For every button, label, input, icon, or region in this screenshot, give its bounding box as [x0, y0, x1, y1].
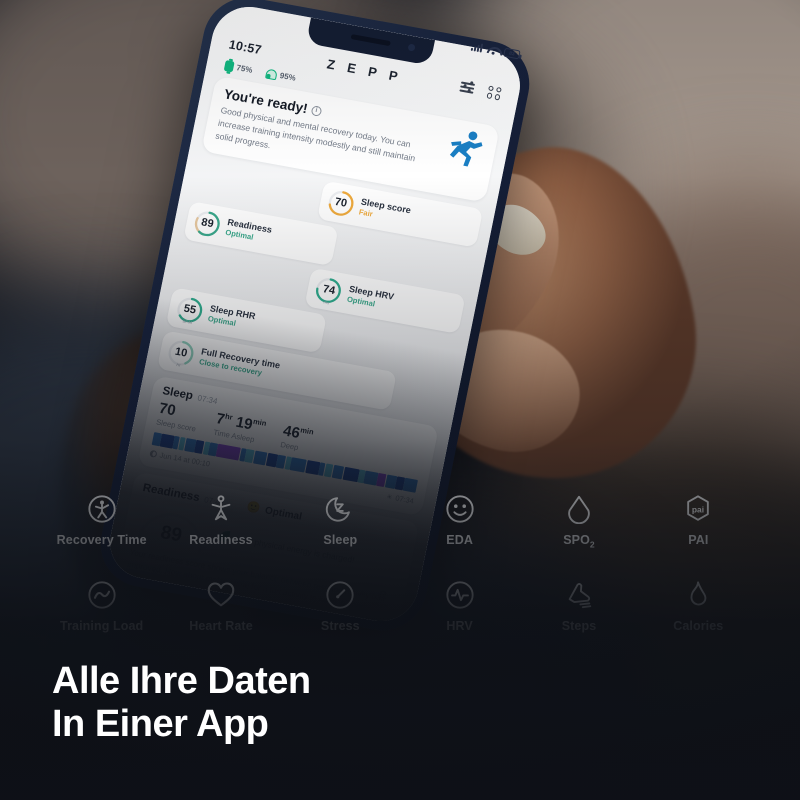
feature-label: PAI	[688, 533, 709, 547]
headline-line-2: In Einer App	[52, 702, 269, 745]
feature-calories[interactable]: Calories	[639, 580, 758, 633]
feature-label: Readiness	[189, 533, 253, 547]
progress-ring: 70	[325, 187, 357, 218]
grid-apps-icon[interactable]	[486, 85, 502, 101]
feature-label: Calories	[673, 618, 724, 633]
sleep-stage-segment	[215, 443, 241, 461]
earbuds-icon	[265, 68, 278, 80]
watch-battery-label: 75%	[235, 63, 254, 75]
feature-label: Steps	[561, 618, 597, 633]
watch-icon	[223, 60, 235, 73]
metric-text: Full Recovery time Close to recovery	[198, 347, 281, 381]
progress-ring: 89	[191, 208, 223, 239]
feature-readiness[interactable]: Readiness	[161, 494, 280, 550]
feature-label: Sleep	[323, 533, 358, 547]
metric-value: 10	[173, 345, 189, 360]
recovery-time-icon	[88, 495, 116, 523]
metric-text: Readiness Optimal	[225, 217, 273, 245]
headline: Alle Ihre Daten In Einer App	[52, 660, 311, 746]
info-icon[interactable]: i	[310, 104, 323, 117]
feature-label: Training Load	[60, 618, 144, 633]
spo2-droplet-icon	[568, 495, 590, 524]
metric-unit: BPM	[182, 318, 193, 325]
feature-label: SPO2	[563, 533, 595, 550]
feature-label: EDA	[446, 533, 473, 547]
feature-pai[interactable]: pai PAI	[639, 494, 758, 550]
metric-value: 70	[333, 196, 349, 211]
feature-heart-rate[interactable]: Heart Rate	[161, 580, 280, 633]
feature-hrv[interactable]: HRV	[400, 580, 519, 633]
feature-label: HRV	[446, 618, 473, 633]
feature-stress[interactable]: Stress	[281, 580, 400, 633]
sleep-title: Sleep	[161, 384, 195, 403]
signal-bars-icon	[470, 42, 484, 53]
headline-line-1: Alle Ihre Daten	[52, 660, 311, 702]
metric-text: Sleep RHR Optimal	[207, 303, 256, 331]
feature-label: Heart Rate	[189, 618, 253, 633]
running-person-icon	[449, 131, 483, 167]
feature-eda[interactable]: EDA	[400, 494, 519, 550]
progress-ring: 74 ms	[313, 275, 345, 306]
earpiece-speaker	[350, 34, 391, 47]
deep-sleep-stat: 46min Deep	[280, 422, 315, 454]
feature-spo2[interactable]: SPO2	[519, 494, 638, 550]
feature-label: Recovery Time	[56, 533, 147, 547]
sleep-stage-segment	[402, 477, 418, 493]
hrv-wave-icon	[446, 580, 474, 609]
steps-shoe-icon	[568, 582, 592, 608]
front-camera	[407, 43, 416, 52]
heart-icon	[207, 582, 235, 606]
device-watch[interactable]: 75%	[223, 60, 254, 76]
calories-flame-icon	[690, 580, 707, 605]
time-asleep-stat: 7hr 19min Time Asleep	[213, 410, 268, 446]
progress-ring: 55 BPM	[174, 294, 206, 325]
feature-training-load[interactable]: Training Load	[42, 580, 161, 633]
sleep-score-stat: 70 Sleep score	[155, 399, 200, 433]
feature-label: Stress	[320, 618, 360, 633]
feature-grid: Recovery Time Readiness Sleep EDA SPO2 p…	[0, 494, 800, 633]
feature-recovery-time[interactable]: Recovery Time	[42, 494, 161, 550]
training-load-icon	[88, 580, 116, 609]
sleep-timestamp: 07:34	[196, 393, 219, 406]
stress-gauge-icon	[326, 580, 354, 609]
earbuds-battery-label: 95%	[278, 71, 297, 83]
moon-icon	[149, 449, 158, 459]
feature-steps[interactable]: Steps	[519, 580, 638, 633]
feature-row-1: Recovery Time Readiness Sleep EDA SPO2 p…	[42, 494, 758, 550]
progress-ring: 10 hr	[165, 337, 197, 368]
metric-unit: ms	[323, 299, 331, 306]
feature-sleep[interactable]: Sleep	[281, 494, 400, 550]
filter-sliders-icon[interactable]	[459, 80, 476, 94]
metric-cards: 70 Sleep score Fair 89 Readiness Optimal…	[157, 158, 484, 420]
readiness-icon	[211, 495, 231, 521]
metric-value: 89	[200, 216, 215, 231]
metric-text: Sleep HRV Optimal	[346, 284, 395, 312]
pai-badge-icon: pai	[687, 495, 710, 521]
feature-row-2: Training Load Heart Rate Stress HRV Step…	[42, 580, 758, 633]
device-earbuds[interactable]: 95%	[265, 68, 297, 83]
sleep-moon-icon	[326, 497, 351, 522]
metric-text: Sleep score Fair	[358, 197, 412, 226]
eda-face-icon	[446, 495, 474, 523]
wifi-icon	[486, 45, 500, 56]
svg-text:pai: pai	[692, 504, 704, 514]
